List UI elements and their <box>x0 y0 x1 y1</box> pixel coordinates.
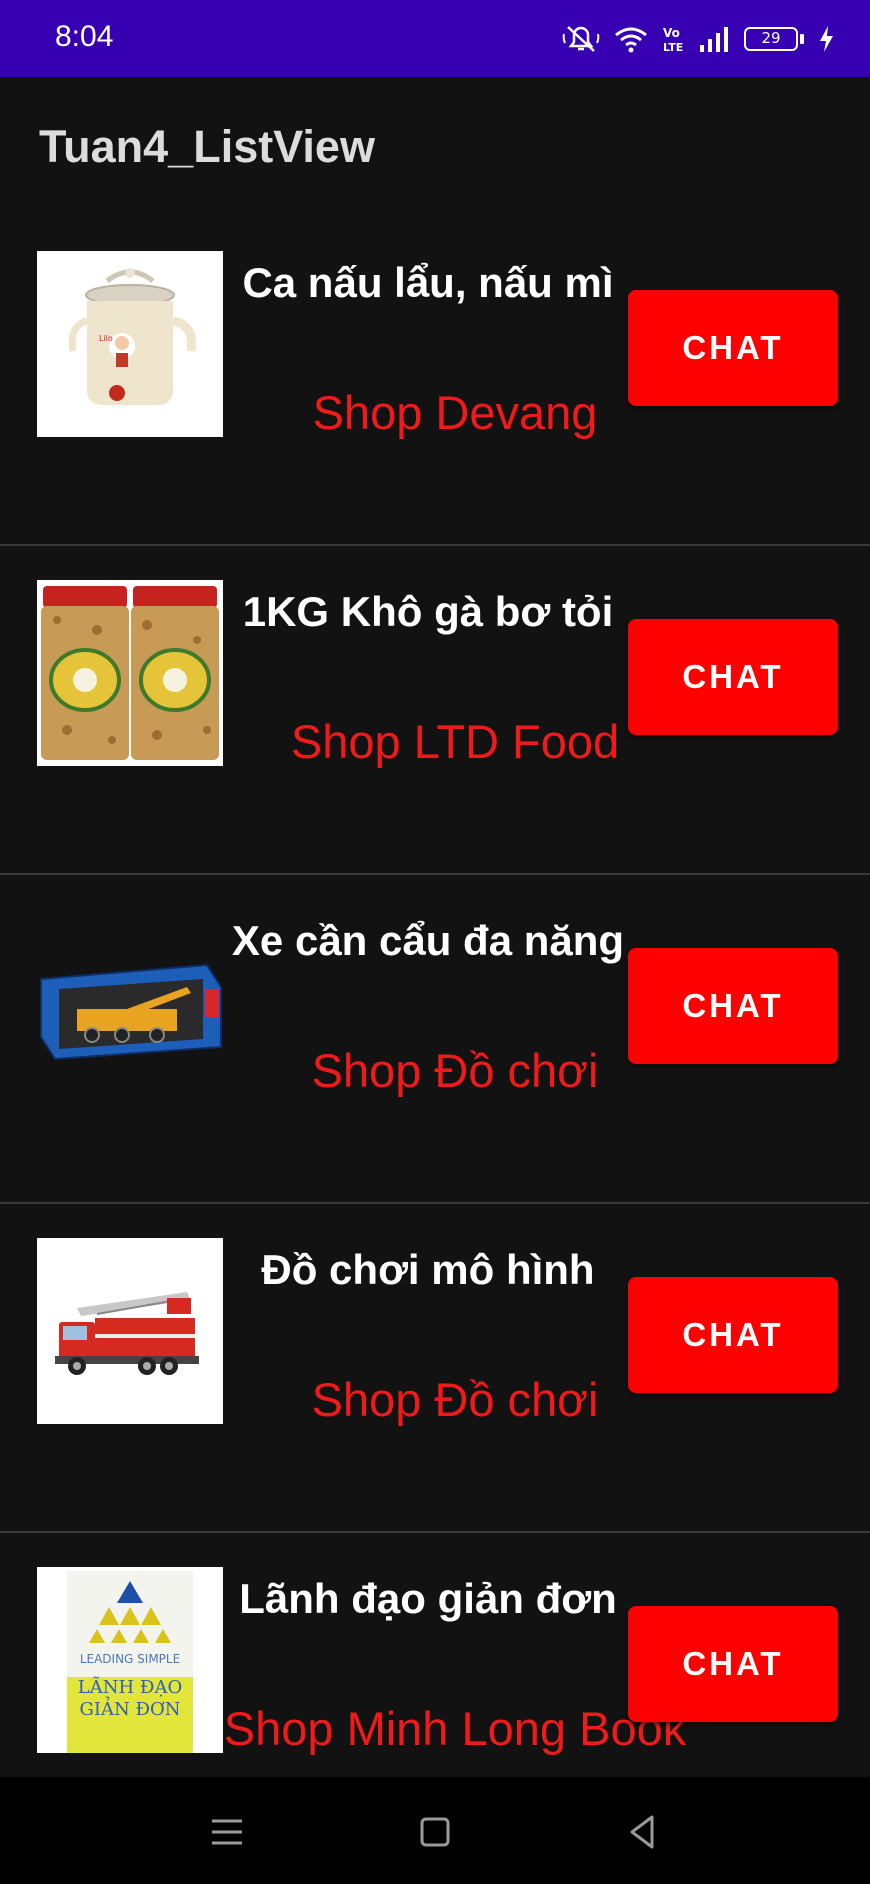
chat-button[interactable]: CHAT <box>628 1277 838 1393</box>
list-item[interactable]: Lilo Ca nấu lẩu, nấu mì Shop Devang CHAT <box>0 217 870 546</box>
status-time: 8:04 <box>55 20 114 53</box>
list-item[interactable]: 1KG Khô gà bơ tỏi Shop LTD Food CHAT <box>0 546 870 875</box>
svg-text:Vo: Vo <box>663 26 680 40</box>
item-title: Đồ chơi mô hình <box>261 1246 595 1293</box>
chat-button[interactable]: CHAT <box>628 290 838 406</box>
list-item[interactable]: Xe cần cẩu đa năng Shop Đồ chơi CHAT <box>0 875 870 1204</box>
mute-icon <box>562 24 600 54</box>
nav-bar <box>0 1777 870 1884</box>
item-title: Ca nấu lẩu, nấu mì <box>242 259 614 306</box>
chat-button[interactable]: CHAT <box>628 619 838 735</box>
svg-text:Lilo: Lilo <box>99 334 113 343</box>
status-icons: Vo LTE 29 <box>562 22 834 56</box>
svg-text:LEADING SIMPLE: LEADING SIMPLE <box>80 1652 180 1666</box>
app-bar: Tuan4_ListView <box>0 77 870 217</box>
list-item[interactable]: Đồ chơi mô hình Shop Đồ chơi CHAT <box>0 1204 870 1533</box>
list-item[interactable]: LEADING SIMPLE LÃNH ĐẠO GIẢN ĐƠN Lãnh đạ… <box>0 1533 870 1777</box>
item-title: 1KG Khô gà bơ tỏi <box>242 588 614 635</box>
battery-icon: 29 <box>744 27 804 51</box>
app-title: Tuan4_ListView <box>39 121 375 172</box>
product-list[interactable]: Lilo Ca nấu lẩu, nấu mì Shop Devang CHAT <box>0 217 870 1777</box>
item-title: Xe cần cẩu đa năng <box>231 917 625 964</box>
back-icon[interactable] <box>618 1807 668 1857</box>
status-bar: 8:04 Vo LTE 29 <box>0 0 870 77</box>
home-icon[interactable] <box>410 1807 460 1857</box>
volte-icon: Vo LTE <box>662 24 684 54</box>
charging-icon <box>818 25 834 53</box>
wifi-icon <box>614 25 648 53</box>
chat-button[interactable]: CHAT <box>628 1606 838 1722</box>
svg-text:LTE: LTE <box>663 41 683 54</box>
svg-text:LÃNH ĐẠO: LÃNH ĐẠO <box>78 1676 182 1698</box>
menu-icon[interactable] <box>202 1807 252 1857</box>
chat-button[interactable]: CHAT <box>628 948 838 1064</box>
signal-icon <box>698 25 730 53</box>
item-title: Lãnh đạo giản đơn <box>239 1575 617 1622</box>
battery-level: 29 <box>744 27 798 51</box>
